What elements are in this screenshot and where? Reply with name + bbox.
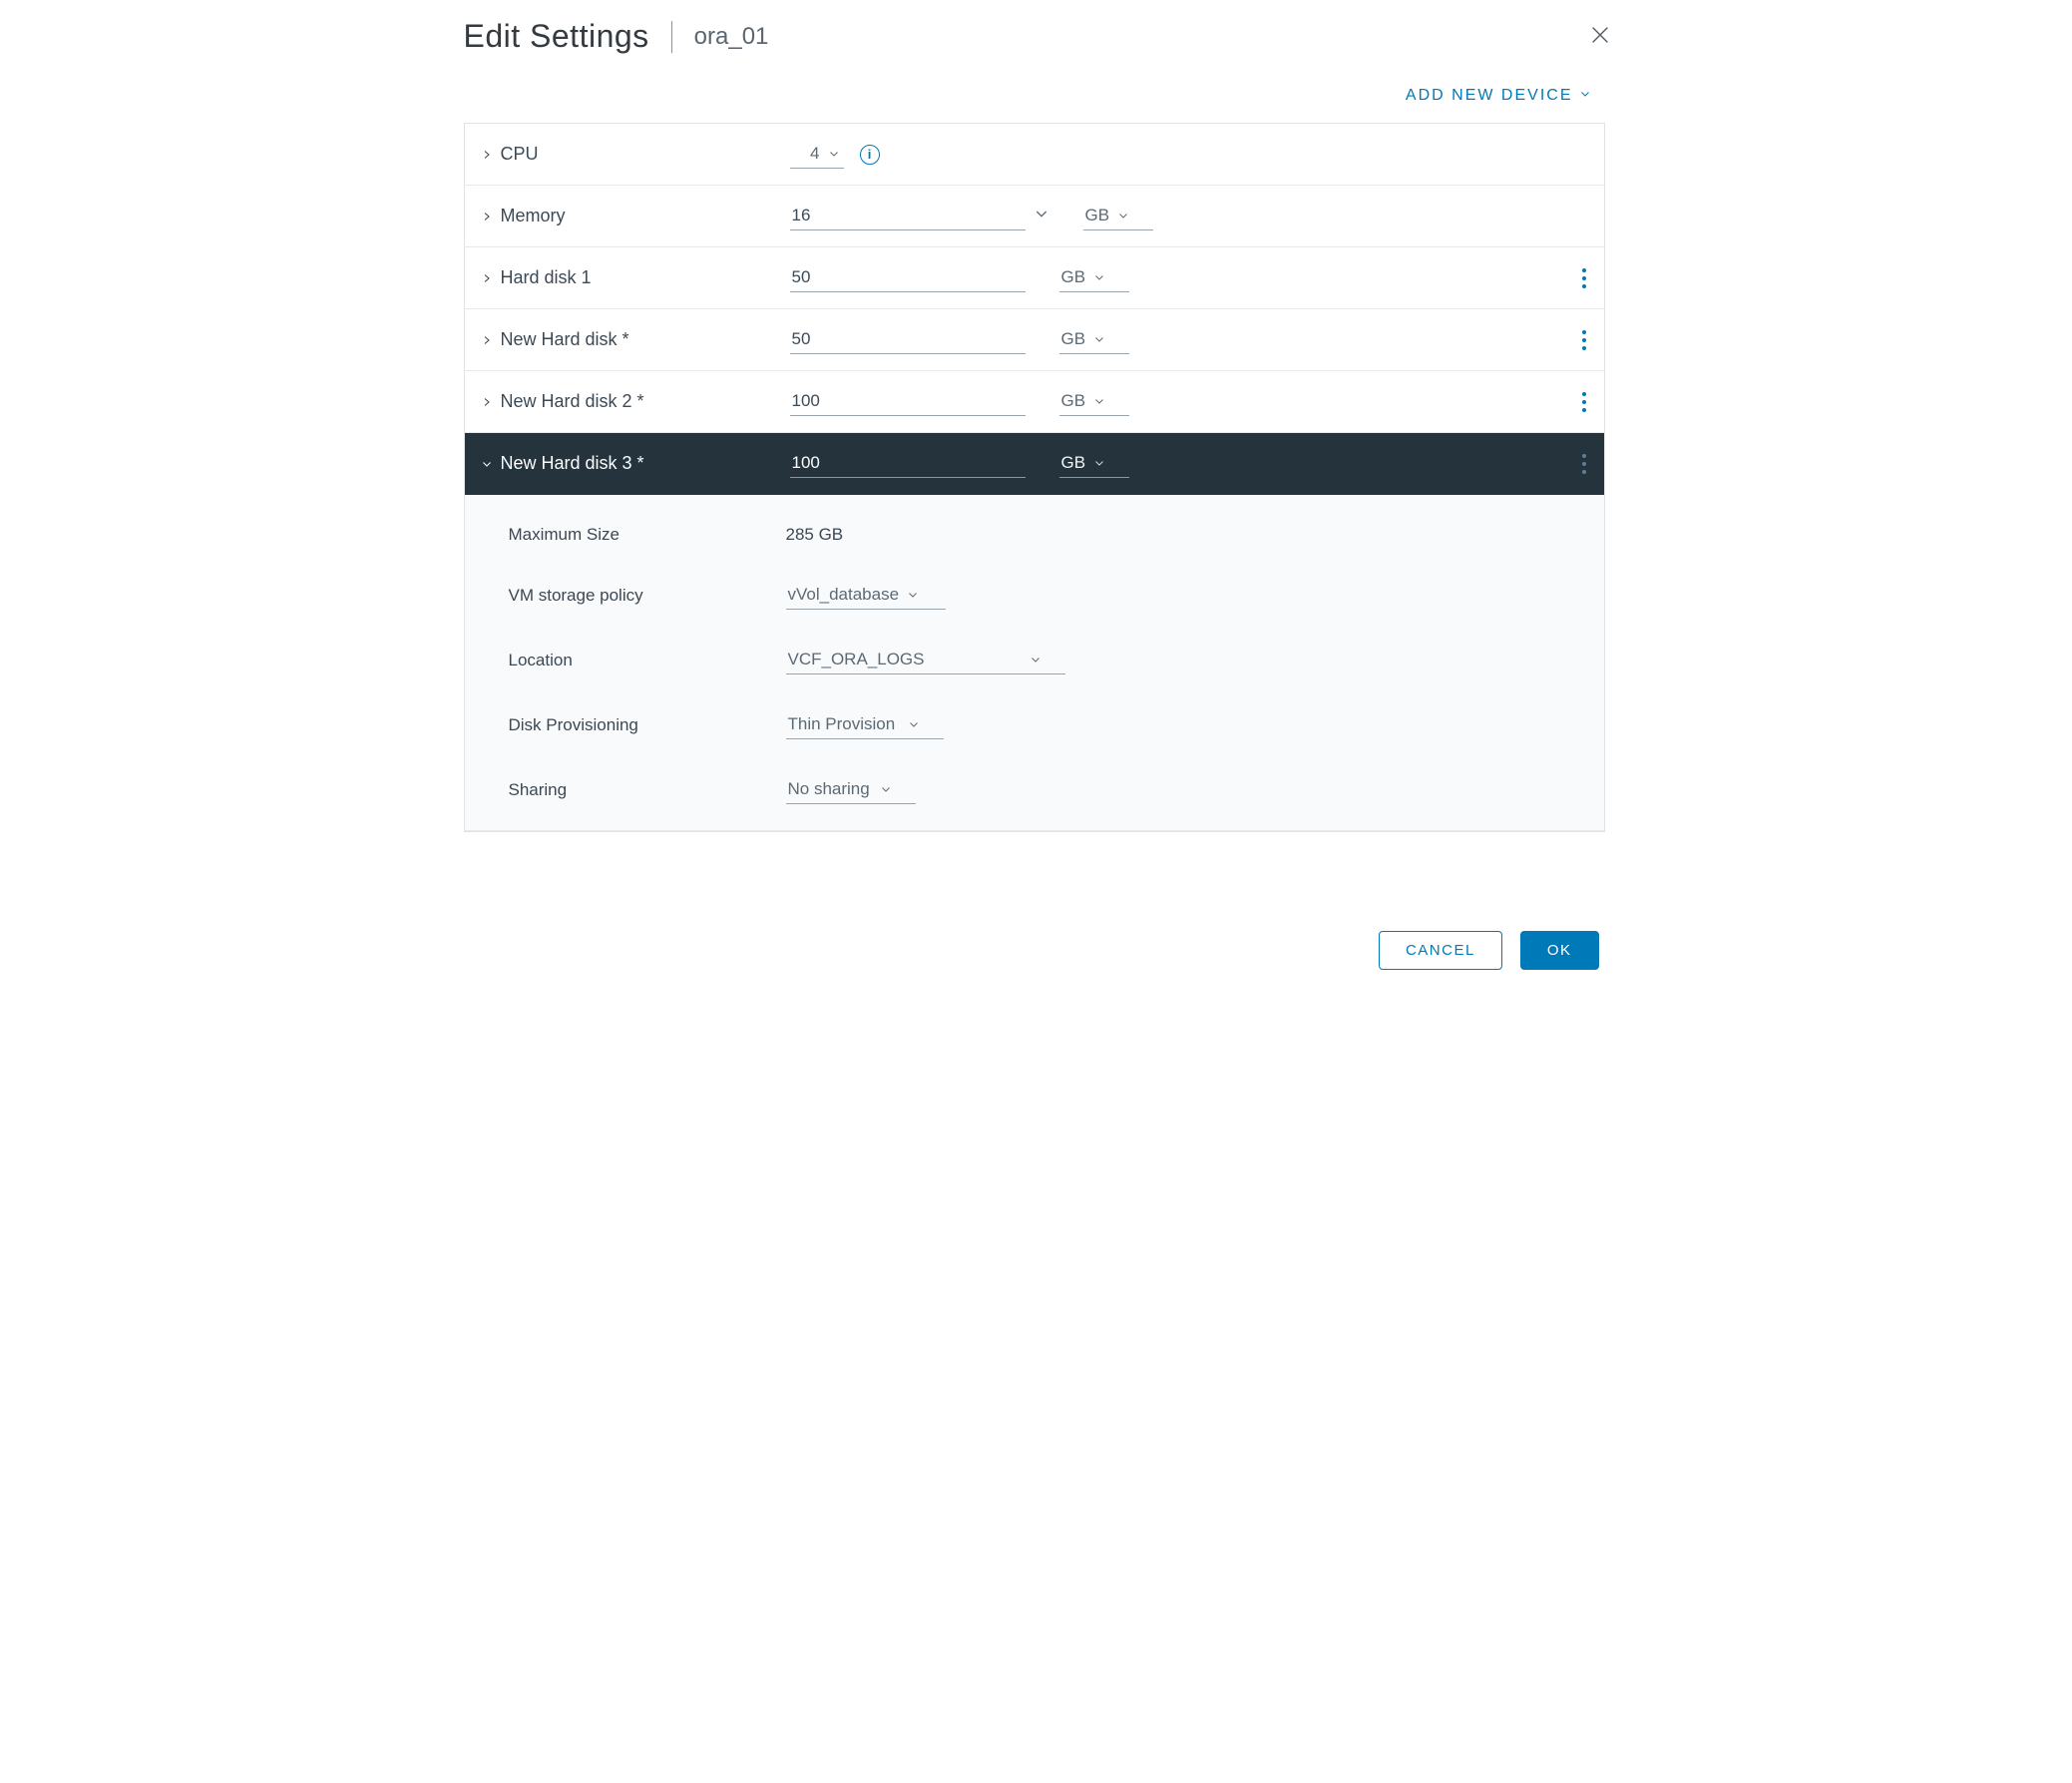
disk-size-input[interactable]: [790, 387, 1026, 416]
row-new-hard-disk-2: New Hard disk 2 * GB: [465, 371, 1604, 433]
disk-unit-select[interactable]: GB: [1059, 449, 1130, 478]
close-icon[interactable]: [1589, 24, 1611, 51]
memory-unit: GB: [1085, 206, 1110, 225]
chevron-down-icon: [1093, 395, 1105, 407]
disk-value-col: GB: [790, 325, 1130, 354]
chevron-right-icon: [481, 396, 493, 408]
detail-row-max-size: Maximum Size 285 GB: [465, 507, 1604, 563]
row-cpu-toggle[interactable]: CPU: [481, 144, 790, 165]
disk-unit-select[interactable]: GB: [1059, 263, 1130, 292]
row-cpu: CPU 4 i: [465, 124, 1604, 186]
row-toggle[interactable]: Hard disk 1: [481, 267, 790, 288]
row-hard-disk-1: Hard disk 1 GB: [465, 247, 1604, 309]
disk-unit: GB: [1061, 391, 1086, 411]
memory-value-col: GB: [790, 202, 1154, 230]
chevron-down-icon: [880, 783, 892, 795]
add-new-device-button[interactable]: ADD NEW DEVICE: [1406, 87, 1591, 105]
cancel-button[interactable]: CANCEL: [1379, 931, 1502, 970]
hardware-scroll-area[interactable]: CPU 4 i Memo: [464, 123, 1619, 911]
disk-unit: GB: [1061, 453, 1086, 473]
chevron-down-icon: [1117, 210, 1129, 222]
modal-footer: CANCEL OK: [448, 911, 1625, 988]
modal-subtitle: ora_01: [694, 23, 769, 51]
provisioning-select[interactable]: Thin Provision: [786, 710, 944, 739]
detail-row-sharing: Sharing No sharing: [465, 757, 1604, 822]
detail-row-provisioning: Disk Provisioning Thin Provision: [465, 692, 1604, 757]
memory-input[interactable]: [790, 202, 1026, 230]
chevron-right-icon: [481, 334, 493, 346]
disk-value-col: GB: [790, 387, 1130, 416]
info-icon[interactable]: i: [860, 145, 880, 165]
chevron-down-icon: [908, 718, 920, 730]
kebab-menu-icon[interactable]: [1582, 454, 1586, 474]
sharing-label: Sharing: [509, 780, 786, 800]
storage-policy-label: VM storage policy: [509, 586, 786, 606]
location-label: Location: [509, 651, 786, 670]
row-toggle[interactable]: New Hard disk 3 *: [481, 453, 790, 474]
chevron-down-icon: [1030, 654, 1041, 666]
disk-label: New Hard disk *: [501, 329, 629, 350]
ok-button[interactable]: OK: [1520, 931, 1599, 970]
detail-row-location: Location VCF_ORA_LOGS: [465, 628, 1604, 692]
memory-unit-select[interactable]: GB: [1083, 202, 1154, 230]
kebab-menu-icon[interactable]: [1582, 268, 1586, 288]
disk-label: New Hard disk 2 *: [501, 391, 644, 412]
location-value: VCF_ORA_LOGS: [788, 650, 925, 669]
sharing-select[interactable]: No sharing: [786, 775, 916, 804]
storage-policy-value: vVol_database: [788, 585, 900, 605]
chevron-down-icon: [907, 589, 919, 601]
row-toggle[interactable]: New Hard disk *: [481, 329, 790, 350]
row-new-hard-disk-3: New Hard disk 3 * GB: [465, 433, 1604, 495]
chevron-down-icon: [1093, 333, 1105, 345]
sharing-value: No sharing: [788, 779, 870, 799]
row-toggle[interactable]: New Hard disk 2 *: [481, 391, 790, 412]
disk-3-details: Maximum Size 285 GB VM storage policy vV…: [465, 495, 1604, 831]
row-memory-toggle[interactable]: Memory: [481, 206, 790, 226]
cpu-value-col: 4 i: [790, 140, 880, 169]
chevron-down-icon: [1579, 87, 1591, 105]
cpu-label: CPU: [501, 144, 539, 165]
row-new-hard-disk: New Hard disk * GB: [465, 309, 1604, 371]
chevron-down-icon: [1093, 457, 1105, 469]
header-separator: [671, 21, 672, 53]
memory-label: Memory: [501, 206, 566, 226]
disk-size-input[interactable]: [790, 449, 1026, 478]
modal-header: Edit Settings ora_01: [448, 0, 1625, 63]
chevron-down-icon: [481, 458, 493, 470]
edit-settings-modal: Edit Settings ora_01 ADD NEW DEVICE CPU: [448, 0, 1625, 988]
chevron-right-icon: [481, 211, 493, 223]
disk-size-input[interactable]: [790, 263, 1026, 292]
cpu-value: 4: [792, 144, 820, 164]
chevron-right-icon: [481, 272, 493, 284]
disk-value-col: GB: [790, 449, 1130, 478]
disk-unit-select[interactable]: GB: [1059, 387, 1130, 416]
disk-size-input[interactable]: [790, 325, 1026, 354]
location-select[interactable]: VCF_ORA_LOGS: [786, 646, 1065, 674]
kebab-menu-icon[interactable]: [1582, 392, 1586, 412]
disk-unit: GB: [1061, 267, 1086, 287]
cpu-select[interactable]: 4: [790, 140, 844, 169]
modal-toolbar: ADD NEW DEVICE: [448, 63, 1625, 113]
provisioning-value: Thin Provision: [788, 714, 896, 734]
row-memory: Memory GB: [465, 186, 1604, 247]
add-new-device-label: ADD NEW DEVICE: [1406, 87, 1573, 105]
max-size-value: 285 GB: [786, 525, 844, 545]
provisioning-label: Disk Provisioning: [509, 715, 786, 735]
hardware-panel: CPU 4 i Memo: [464, 123, 1605, 832]
chevron-down-icon: [828, 148, 840, 160]
detail-row-storage-policy: VM storage policy vVol_database: [465, 563, 1604, 628]
chevron-right-icon: [481, 149, 493, 161]
disk-value-col: GB: [790, 263, 1130, 292]
storage-policy-select[interactable]: vVol_database: [786, 581, 946, 610]
disk-label: New Hard disk 3 *: [501, 453, 644, 474]
disk-unit-select[interactable]: GB: [1059, 325, 1130, 354]
disk-unit: GB: [1061, 329, 1086, 349]
chevron-down-icon[interactable]: [1034, 206, 1049, 226]
kebab-menu-icon[interactable]: [1582, 330, 1586, 350]
max-size-label: Maximum Size: [509, 525, 786, 545]
modal-title: Edit Settings: [464, 18, 649, 55]
disk-label: Hard disk 1: [501, 267, 592, 288]
chevron-down-icon: [1093, 271, 1105, 283]
